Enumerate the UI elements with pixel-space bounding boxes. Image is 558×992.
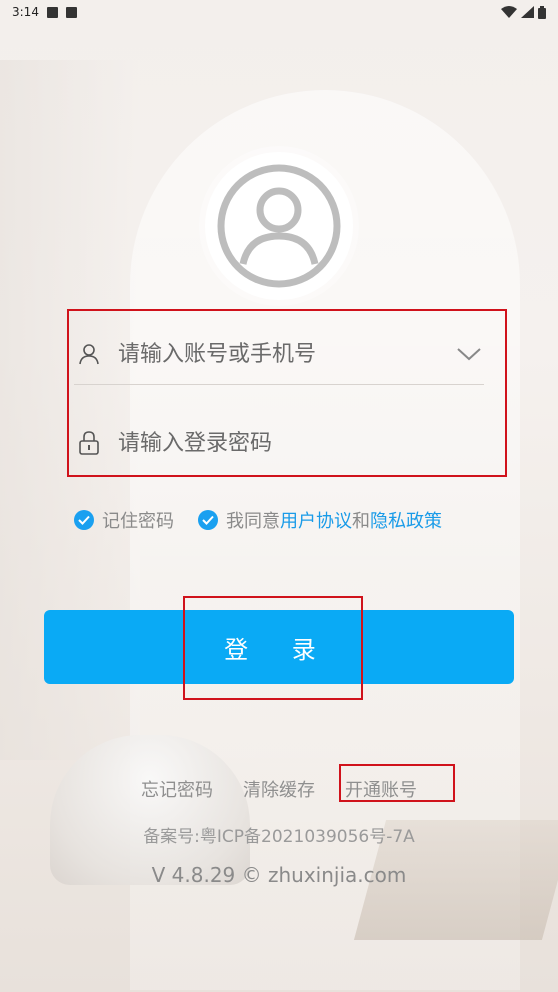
agree-and: 和: [352, 511, 370, 532]
chevron-down-icon[interactable]: [454, 339, 484, 369]
wifi-icon: [501, 6, 517, 18]
lock-icon: [74, 428, 104, 458]
forgot-password-link[interactable]: 忘记密码: [141, 776, 213, 802]
account-field-row: [74, 319, 484, 389]
status-bar: 3:14: [0, 0, 558, 24]
bottom-links: 忘记密码 清除缓存 开通账号: [0, 776, 558, 802]
battery-icon: [538, 5, 546, 19]
text-notification-icon: [65, 6, 77, 18]
remember-label: 记住密码: [102, 511, 174, 532]
user-icon: [74, 339, 104, 369]
account-input[interactable]: [116, 340, 420, 368]
version-text: V 4.8.29 © zhuxinjia.com: [151, 863, 407, 887]
signal-icon: [521, 6, 534, 18]
user-avatar-icon: [217, 164, 341, 288]
agree-prefix: 我同意: [226, 511, 280, 532]
agree-checkbox[interactable]: [198, 510, 218, 530]
clear-cache-link[interactable]: 清除缓存: [243, 776, 315, 802]
image-notification-icon: [46, 6, 58, 18]
icp-record: 备案号:粤ICP备2021039056号-7A: [143, 827, 415, 847]
options-row: 记住密码 我同意 用户协议 和 隐私政策: [74, 507, 442, 533]
privacy-policy-link[interactable]: 隐私政策: [370, 507, 442, 533]
login-button-highlight: [183, 596, 363, 700]
open-account-highlight: [339, 764, 455, 802]
user-agreement-link[interactable]: 用户协议: [280, 507, 352, 533]
password-input[interactable]: [116, 429, 420, 457]
password-field-row: [74, 408, 484, 478]
field-divider: [74, 384, 484, 385]
status-time: 3:14: [12, 5, 39, 19]
remember-checkbox[interactable]: [74, 510, 94, 530]
avatar: [205, 152, 353, 300]
